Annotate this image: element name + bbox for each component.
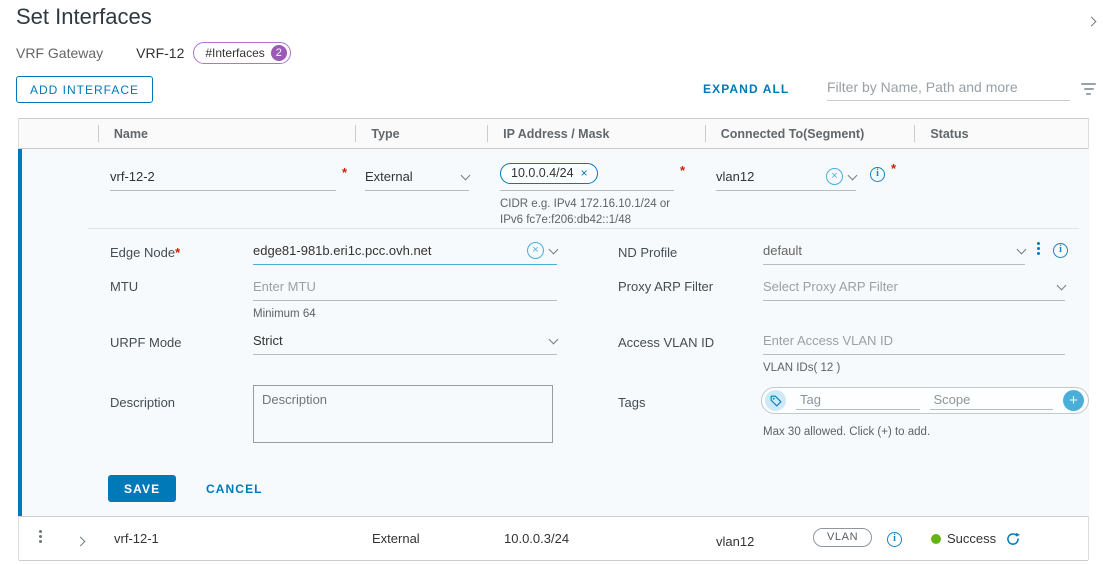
page-title: Set Interfaces [16,4,152,30]
filter-field [827,76,1070,101]
name-required-marker: * [342,165,347,180]
chevron-down-icon [1057,281,1067,291]
section-divider [88,228,1079,229]
mtu-helper-text: Minimum 64 [253,307,316,323]
row-menu-icon[interactable] [39,530,42,533]
proxy-arp-placeholder: Select Proxy ARP Filter [763,279,1052,294]
success-status-icon [931,534,941,544]
chevron-down-icon [461,171,471,181]
nd-profile-label: ND Profile [618,245,677,260]
interfaces-count-badge[interactable]: #Interfaces 2 [193,42,290,64]
scope-input[interactable] [930,391,1054,410]
nd-profile-menu-icon[interactable] [1037,242,1040,245]
chevron-right-icon [1087,17,1097,27]
type-select[interactable]: External [365,163,469,191]
header-cell-type: Type [355,119,487,148]
chevron-down-icon [1017,245,1027,255]
mtu-label: MTU [110,279,138,294]
add-interface-button[interactable]: ADD INTERFACE [16,76,153,103]
chevron-down-icon [848,171,858,181]
interface-editor: * External 10.0.0.4/24 * CIDR e.g. IPv4 … [18,149,1089,516]
interfaces-badge-count: 2 [271,45,287,61]
access-vlan-helper-text: VLAN IDs( 12 ) [763,361,840,377]
name-input[interactable] [110,169,336,184]
segment-type-badge: VLAN [813,528,872,547]
row-cell-ip: 10.0.0.3/24 [504,531,569,546]
ip-required-marker: * [680,163,685,178]
ip-chip: 10.0.0.4/24 [500,163,598,184]
description-label: Description [110,395,175,410]
clear-connected-icon[interactable] [826,168,843,185]
type-select-value: External [365,169,456,184]
ip-helper-text: CIDR e.g. IPv4 172.16.10.1/24 or IPv6 fc… [500,197,686,228]
connected-required-marker: * [891,161,896,176]
proxy-arp-select[interactable]: Select Proxy ARP Filter [763,273,1065,301]
urpf-mode-value: Strict [253,333,544,348]
tag-input[interactable] [796,391,920,410]
connected-to-value: vlan12 [716,169,820,184]
edge-node-required-marker: * [175,245,180,260]
filter-input[interactable] [827,76,1070,100]
mtu-input[interactable] [253,279,557,294]
description-textarea[interactable] [253,385,553,443]
set-interfaces-panel: Set Interfaces VRF Gateway VRF-12 #Inter… [0,0,1103,564]
table-header-row: Name Type IP Address / Mask Connected To… [19,119,1088,149]
header-cell-ip: IP Address / Mask [487,119,705,148]
status-text: Success [947,531,996,546]
edge-node-value: edge81-981b.eri1c.pcc.ovh.net [253,243,521,258]
header-cell-connected: Connected To(Segment) [705,119,915,148]
urpf-mode-label: URPF Mode [110,335,182,350]
breadcrumb-parent: VRF Gateway [16,45,103,61]
proxy-arp-label: Proxy ARP Filter [618,279,713,294]
chevron-right-icon [76,537,86,547]
refresh-status-icon[interactable] [1006,532,1020,546]
tags-label: Tags [618,395,645,410]
access-vlan-label: Access VLAN ID [618,335,714,350]
tags-helper-text: Max 30 allowed. Click (+) to add. [763,425,930,441]
breadcrumb: VRF Gateway VRF-12 #Interfaces 2 [16,42,291,64]
collapse-panel-icon[interactable] [1088,12,1095,30]
row-cell-status: Success [931,531,1020,546]
expand-all-link[interactable]: EXPAND ALL [703,82,789,96]
header-cell-status: Status [914,119,1088,148]
header-cell-name: Name [98,119,356,148]
clear-edge-node-icon[interactable] [527,242,544,259]
urpf-mode-select[interactable]: Strict [253,327,557,355]
row-cell-name: vrf-12-1 [114,531,159,546]
chevron-down-icon [549,245,559,255]
connected-info-icon[interactable] [870,167,885,182]
nd-profile-value: default [763,243,1012,258]
save-button[interactable]: SAVE [108,475,176,502]
nd-profile-info-icon[interactable] [1053,243,1068,258]
remove-ip-icon[interactable] [581,166,588,180]
chevron-down-icon [549,335,559,345]
name-field [110,163,336,191]
cancel-button[interactable]: CANCEL [206,482,263,496]
interfaces-badge-label: #Interfaces [205,46,264,60]
filter-icon[interactable] [1081,83,1096,95]
nd-profile-select[interactable]: default [763,237,1025,265]
access-vlan-field [763,327,1065,355]
header-cell-actions [19,119,98,148]
ip-address-field[interactable]: 10.0.0.4/24 [500,157,674,191]
connected-to-select[interactable]: vlan12 [716,163,856,191]
row-cell-connected: vlan12 [716,534,754,549]
mtu-field [253,273,557,301]
table-row: vrf-12-1 External 10.0.0.3/24 vlan12 VLA… [19,516,1088,561]
tags-field: + [761,387,1089,414]
segment-info-icon[interactable] [887,532,902,547]
breadcrumb-gateway-name: VRF-12 [136,45,184,61]
edge-node-select[interactable]: edge81-981b.eri1c.pcc.ovh.net [253,237,557,265]
edge-node-label: Edge Node* [110,245,180,260]
interfaces-table: Name Type IP Address / Mask Connected To… [18,118,1089,560]
add-tag-button[interactable]: + [1063,390,1084,411]
expand-row-icon[interactable] [77,533,84,548]
tag-icon [765,390,786,411]
ip-chip-value: 10.0.0.4/24 [511,166,574,180]
access-vlan-input[interactable] [763,333,1065,348]
row-cell-type: External [372,531,420,546]
